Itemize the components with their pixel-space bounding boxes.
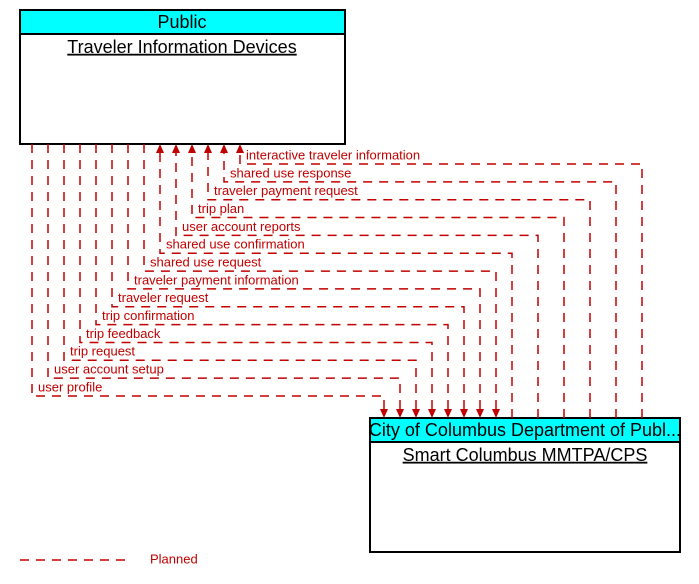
- flow-label: user account setup: [54, 362, 164, 377]
- legend: Planned: [20, 551, 198, 566]
- flow-label: trip plan: [198, 201, 244, 216]
- flow-label: traveler payment information: [134, 272, 299, 287]
- bottom-entity-owner: City of Columbus Department of Publ...: [369, 420, 681, 440]
- top-entity-owner: Public: [157, 12, 206, 32]
- flow-label: user account reports: [182, 219, 301, 234]
- flow-label: trip request: [70, 344, 135, 359]
- flow-label: shared use confirmation: [166, 237, 305, 252]
- legend-label: Planned: [150, 551, 198, 566]
- bottom-entity-box: City of Columbus Department of Publ... S…: [369, 418, 681, 552]
- flow-lines: shared use confirmation user account repo…: [32, 144, 642, 418]
- flow-label: trip feedback: [86, 326, 161, 341]
- top-entity-name: Traveler Information Devices: [67, 37, 296, 57]
- top-entity-box: Public Traveler Information Devices: [20, 10, 345, 144]
- bottom-entity-name: Smart Columbus MMTPA/CPS: [403, 445, 648, 465]
- flow-label: trip confirmation: [102, 308, 194, 323]
- architecture-diagram: Public Traveler Information Devices City…: [0, 0, 699, 584]
- flow-label: user profile: [38, 379, 102, 394]
- flow-label: traveler request: [118, 290, 209, 305]
- flow-label: shared use response: [230, 165, 351, 180]
- flow-label: interactive traveler information: [246, 147, 420, 162]
- flow-label: traveler payment request: [214, 183, 358, 198]
- flow-label: shared use request: [150, 255, 262, 270]
